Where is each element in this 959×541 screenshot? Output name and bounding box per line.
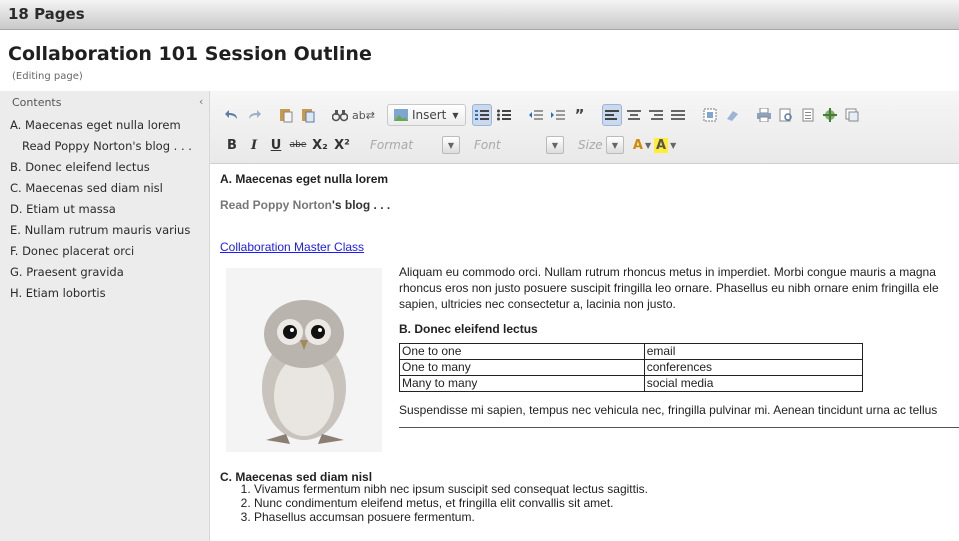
bold-button[interactable]: B	[222, 134, 242, 156]
insert-dropdown[interactable]: Insert ▼	[386, 104, 466, 126]
insert-label: Insert	[411, 108, 447, 122]
toolbar-row-2: B I U abe X₂ X² Format ▼ Font ▼ Size ▼ A…	[222, 133, 678, 157]
preview-icon[interactable]	[776, 104, 796, 126]
table-cell: Many to many	[399, 375, 645, 392]
chevron-down-icon: ▼	[442, 136, 460, 154]
select-all-icon[interactable]	[700, 104, 720, 126]
blog-suffix: 's blog . . .	[332, 198, 391, 212]
align-left-icon[interactable]	[601, 104, 622, 126]
print-icon[interactable]	[754, 104, 774, 126]
heading-section-b: B. Donec eleifend lectus	[399, 322, 538, 336]
italic-button[interactable]: I	[244, 134, 264, 156]
editor-toolbar: ab⇄ Insert ▼ ” B I U abe X₂ X² Format ▼ …	[210, 91, 959, 164]
table-row: One to many conferences	[399, 359, 864, 376]
contents-list: A. Maecenas eget nulla lorem Read Poppy …	[0, 115, 210, 304]
subscript-button[interactable]: X₂	[310, 134, 330, 156]
template-icon[interactable]	[842, 104, 862, 126]
blog-line: Read Poppy Norton's blog . . .	[220, 198, 390, 212]
table-row: Many to many social media	[399, 375, 864, 392]
align-center-icon[interactable]	[624, 104, 644, 126]
collapse-icon[interactable]: ‹	[199, 95, 203, 108]
replace-icon[interactable]: ab⇄	[352, 104, 375, 126]
image-icon	[393, 109, 408, 121]
text-color-label: A	[632, 137, 643, 153]
undo-icon[interactable]	[222, 104, 242, 126]
blog-author: Read Poppy Norton	[220, 198, 333, 212]
editing-status: (Editing page)	[12, 71, 83, 82]
document-icon[interactable]	[798, 104, 818, 126]
intro-paragraph: Aliquam eu commodo orci. Nullam rutrum r…	[399, 264, 959, 312]
blockquote-icon[interactable]: ”	[570, 104, 590, 126]
contents-header: Contents	[12, 96, 62, 109]
justify-icon[interactable]	[668, 104, 688, 126]
font-select[interactable]: Font ▼	[468, 134, 564, 156]
sidebar-item-d[interactable]: D. Etiam ut massa	[0, 199, 210, 220]
owl-image	[226, 268, 382, 452]
intro-line: rhoncus eros non justo posuere suscipit …	[399, 281, 939, 295]
table-cell: social media	[643, 375, 864, 392]
list-item: Nunc condimentum eleifend metus, et frin…	[254, 496, 648, 510]
align-right-icon[interactable]	[646, 104, 666, 126]
find-icon[interactable]	[330, 104, 350, 126]
page-title: Collaboration 101 Session Outline	[8, 43, 372, 65]
table-row: One to one email	[399, 343, 864, 360]
table-cell: One to many	[399, 359, 645, 376]
text-color-button[interactable]: A ▼	[632, 134, 652, 156]
chevron-down-icon: ▼	[452, 110, 459, 120]
table-cell: One to one	[399, 343, 645, 360]
rich-text-editor: ab⇄ Insert ▼ ” B I U abe X₂ X² Format ▼ …	[210, 91, 959, 541]
list-item: Phasellus accumsan posuere fermentum.	[254, 510, 648, 524]
sidebar-item-g[interactable]: G. Praesent gravida	[0, 262, 210, 283]
strikethrough-button[interactable]: abe	[288, 134, 308, 156]
font-placeholder: Font	[474, 138, 501, 152]
indent-icon[interactable]	[548, 104, 568, 126]
sidebar-item-b[interactable]: B. Donec eleifend lectus	[0, 157, 210, 178]
bulleted-list-icon[interactable]	[494, 104, 514, 126]
page-count-title: 18 Pages	[8, 5, 85, 23]
redo-icon[interactable]	[244, 104, 264, 126]
outdent-icon[interactable]	[526, 104, 546, 126]
contents-sidebar: Contents ‹ A. Maecenas eget nulla lorem …	[0, 91, 210, 541]
background-color-label: A	[654, 137, 669, 153]
heading-section-a: A. Maecenas eget nulla lorem	[220, 172, 389, 186]
sidebar-item-blog[interactable]: Read Poppy Norton's blog . . .	[0, 136, 210, 157]
superscript-button[interactable]: X²	[332, 134, 352, 156]
format-placeholder: Format	[370, 138, 413, 152]
sidebar-item-a[interactable]: A. Maecenas eget nulla lorem	[0, 115, 210, 136]
table-cell: conferences	[643, 359, 864, 376]
sidebar-item-e[interactable]: E. Nullam rutrum mauris varius	[0, 220, 210, 241]
table-cell: email	[643, 343, 864, 360]
numbered-list: Vivamus fermentum nibh nec ipsum suscipi…	[234, 482, 648, 524]
chevron-down-icon: ▼	[606, 136, 624, 154]
chevron-down-icon: ▼	[546, 136, 564, 154]
collaboration-table: One to one email One to many conferences…	[399, 343, 864, 392]
toolbar-row-1: ab⇄ Insert ▼ ”	[222, 103, 864, 127]
horizontal-rule	[399, 427, 959, 428]
size-placeholder: Size	[578, 138, 603, 152]
top-bar: 18 Pages	[0, 0, 959, 30]
editor-content[interactable]: A. Maecenas eget nulla lorem Read Poppy …	[210, 164, 959, 541]
background-color-button[interactable]: A ▼	[654, 134, 676, 156]
master-class-link[interactable]: Collaboration Master Class	[220, 240, 364, 254]
sidebar-item-f[interactable]: F. Donec placerat orci	[0, 241, 210, 262]
format-select[interactable]: Format ▼	[364, 134, 460, 156]
size-select[interactable]: Size ▼	[572, 134, 624, 156]
sidebar-item-c[interactable]: C. Maecenas sed diam nisl	[0, 178, 210, 199]
list-item: Vivamus fermentum nibh nec ipsum suscipi…	[254, 482, 648, 496]
paste-icon[interactable]	[276, 104, 296, 126]
numbered-list-icon[interactable]	[471, 104, 492, 126]
intro-line: sapien, ultricies nec consectetur a, lac…	[399, 297, 676, 311]
section-b-paragraph: Suspendisse mi sapien, tempus nec vehicu…	[399, 403, 938, 417]
intro-line: Aliquam eu commodo orci. Nullam rutrum r…	[399, 265, 936, 279]
spellcheck-icon[interactable]	[820, 104, 840, 126]
paste-word-icon[interactable]	[298, 104, 318, 126]
sidebar-item-h[interactable]: H. Etiam lobortis	[0, 283, 210, 304]
underline-button[interactable]: U	[266, 134, 286, 156]
eraser-icon[interactable]	[722, 104, 742, 126]
